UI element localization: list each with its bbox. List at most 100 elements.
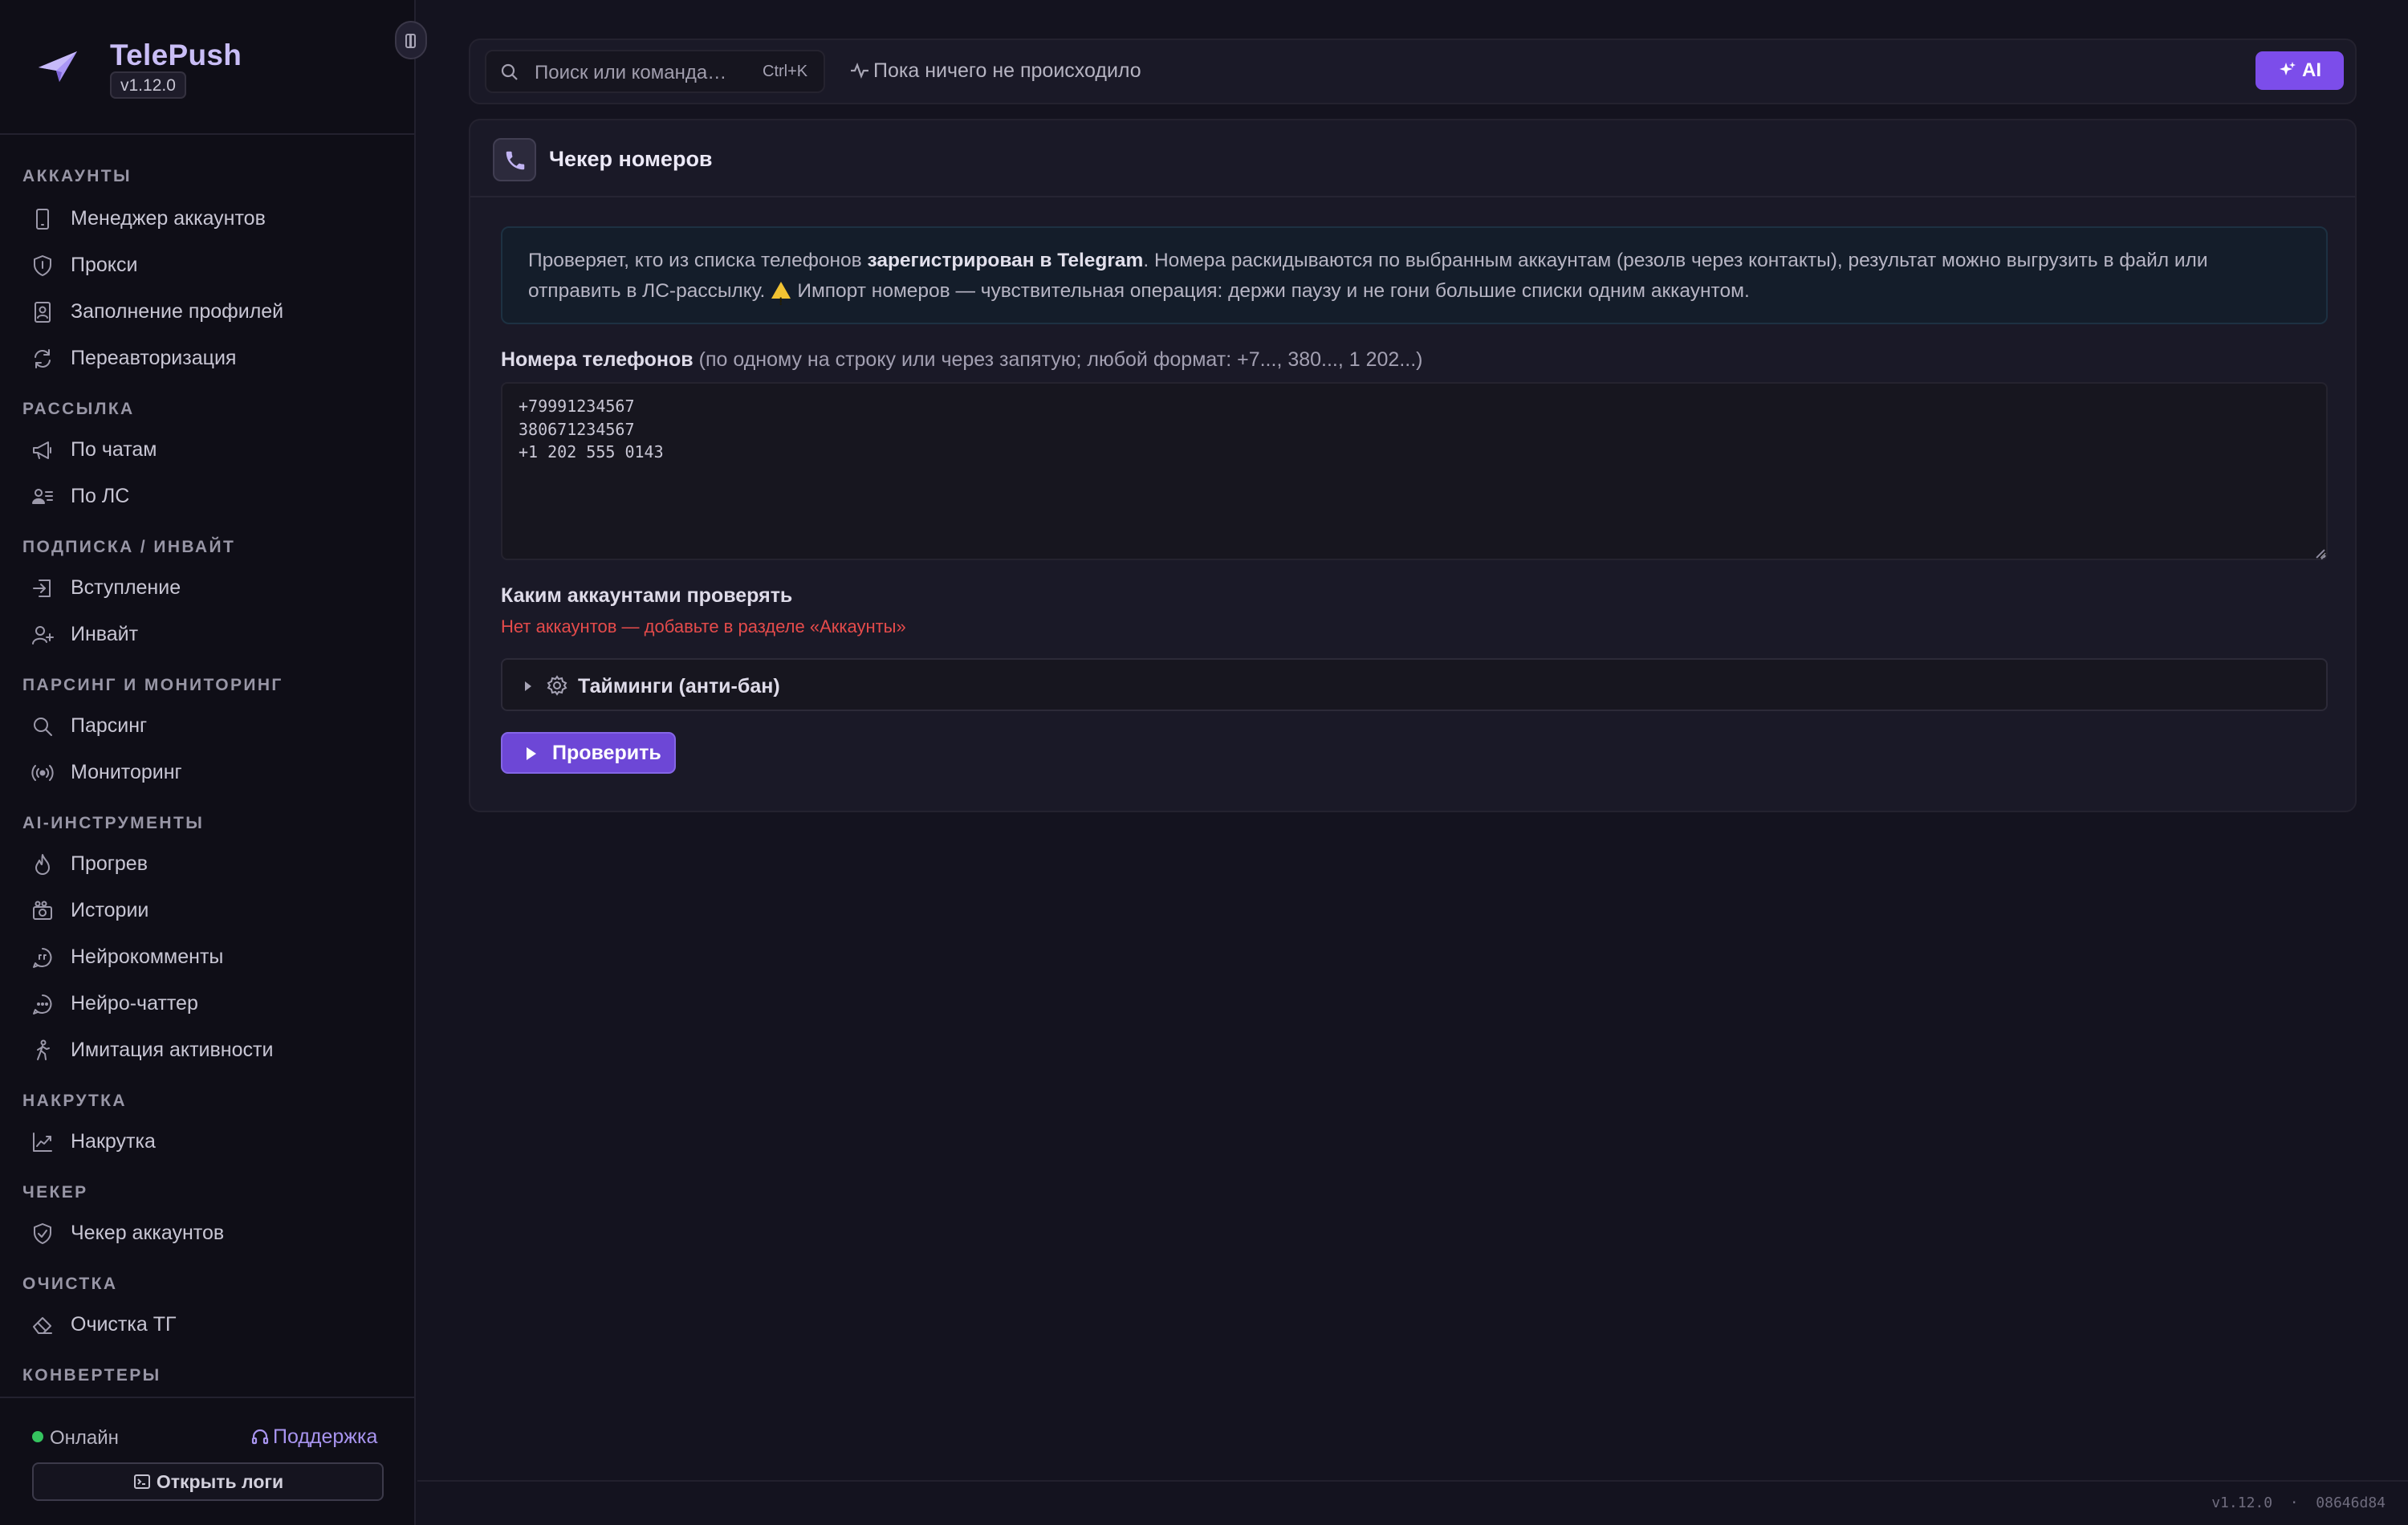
- megaphone-icon: [31, 438, 55, 462]
- refresh-icon: [31, 347, 55, 371]
- caret-right-icon: [525, 681, 531, 691]
- nav-section-cleanup: Очистка: [22, 1275, 118, 1293]
- quote-bubble-icon: [31, 946, 55, 970]
- sidebar-item-label: Чекер аккаунтов: [71, 1222, 225, 1244]
- sidebar-item-tg-cleanup[interactable]: Очистка ТГ: [22, 1303, 400, 1344]
- collapse-sidebar-button[interactable]: [395, 21, 427, 59]
- sidebar-item-stories[interactable]: Истории: [22, 889, 400, 929]
- sidebar-item-join[interactable]: Вступление: [22, 567, 400, 607]
- top-bar: Поиск или команда… Ctrl+K Пока ничего не…: [469, 39, 2357, 104]
- sidebar-item-neuro-comments[interactable]: Нейрокомменты: [22, 936, 400, 976]
- user-plus-icon: [31, 623, 55, 647]
- shield-icon: [31, 254, 55, 278]
- sidebar-item-activity-imitation[interactable]: Имитация активности: [22, 1029, 400, 1069]
- nav-section-subscribe-invite: Подписка / Инвайт: [22, 538, 236, 556]
- info-bold: зарегистрирован в Telegram: [867, 250, 1144, 271]
- build-info: v1.12.0 · 08646d84: [2211, 1494, 2386, 1511]
- phone-numbers-textarea[interactable]: +79991234567 380671234567 +1 202 555 014…: [501, 382, 2328, 560]
- info-text-3: Импорт номеров — чувствительная операция…: [797, 280, 1750, 302]
- nav-section-mailing: Рассылка: [22, 400, 135, 418]
- resize-handle-icon[interactable]: [2316, 549, 2326, 559]
- ai-button-label: AI: [2302, 59, 2321, 81]
- sidebar-item-label: Менеджер аккаунтов: [71, 207, 266, 230]
- sidebar-item-parsing[interactable]: Парсинг: [22, 705, 400, 745]
- sidebar-item-label: Прогрев: [71, 852, 148, 875]
- nav-section-ai-tools: AI-инструменты: [22, 814, 205, 832]
- sidebar-item-neuro-chatter[interactable]: Нейро-чаттер: [22, 982, 400, 1023]
- sidebar-item-by-dm[interactable]: По ЛС: [22, 475, 400, 515]
- sparkles-icon: [2280, 62, 2296, 75]
- sidebar-item-monitoring[interactable]: Мониторинг: [22, 751, 400, 791]
- search-shortcut: Ctrl+K: [763, 63, 808, 80]
- nav-section-parsing-monitoring: Парсинг и мониторинг: [22, 676, 283, 694]
- sidebar-item-account-checker[interactable]: Чекер аккаунтов: [22, 1212, 400, 1252]
- telepush-logo-icon: [39, 51, 77, 82]
- sidebar-item-warmup[interactable]: Прогрев: [22, 843, 400, 883]
- sidebar-item-label: Прокси: [71, 254, 138, 276]
- ai-button[interactable]: AI: [2255, 51, 2344, 90]
- search-icon: [31, 714, 55, 738]
- timings-label: Тайминги (анти-бан): [578, 675, 780, 697]
- sidebar-item-label: Накрутка: [71, 1130, 156, 1153]
- app-name: TelePush: [110, 39, 242, 71]
- open-logs-label: Открыть логи: [156, 1471, 284, 1492]
- page-title: Чекер номеров: [549, 147, 713, 171]
- sidebar-item-label: Парсинг: [71, 714, 148, 737]
- warning-icon: [771, 282, 791, 316]
- sidebar-item-by-chats[interactable]: По чатам: [22, 429, 400, 469]
- radio-icon: [31, 761, 55, 785]
- brand-header: TelePush v1.12.0: [0, 0, 414, 135]
- no-accounts-error: Нет аккаунтов — добавьте в разделе «Акка…: [501, 616, 906, 636]
- check-button-label: Проверить: [552, 742, 661, 764]
- sidebar-item-label: Заполнение профилей: [71, 300, 284, 323]
- nav-section-boost: Накрутка: [22, 1092, 127, 1110]
- nav-section-checker: Чекер: [22, 1183, 88, 1202]
- sidebar-item-label: Имитация активности: [71, 1039, 274, 1061]
- smartphone-icon: [31, 207, 55, 231]
- card-header: Чекер номеров: [470, 120, 2355, 197]
- sidebar-item-invite[interactable]: Инвайт: [22, 613, 400, 653]
- sidebar-item-reauth[interactable]: Переавторизация: [22, 337, 400, 377]
- login-icon: [31, 576, 55, 600]
- online-dot-icon: [32, 1431, 43, 1442]
- sidebar-item-proxy[interactable]: Прокси: [22, 244, 400, 284]
- sidebar-item-label: Истории: [71, 899, 149, 921]
- phones-label: Номера телефонов: [501, 348, 694, 371]
- sidebar-item-label: Вступление: [71, 576, 181, 599]
- sidebar-item-boost[interactable]: Накрутка: [22, 1120, 400, 1161]
- support-link[interactable]: Поддержка: [250, 1425, 377, 1449]
- terminal-icon: [133, 1474, 150, 1489]
- phone-icon: [493, 138, 536, 181]
- sidebar: TelePush v1.12.0 Аккаунты Менеджер аккау…: [0, 0, 427, 1525]
- version-badge: v1.12.0: [110, 71, 186, 99]
- flame-icon: [31, 852, 55, 876]
- phones-field-label: Номера телефонов (по одному на строку ил…: [501, 348, 1423, 372]
- nav-section-converters: Конвертеры: [22, 1366, 161, 1385]
- sidebar-item-account-manager[interactable]: Менеджер аккаунтов: [22, 197, 400, 238]
- connection-status: Онлайн: [32, 1427, 119, 1450]
- profile-card-icon: [31, 300, 55, 324]
- statusbar-version: v1.12.0: [2211, 1494, 2273, 1511]
- command-search-input[interactable]: Поиск или команда… Ctrl+K: [485, 50, 825, 93]
- sidebar-item-label: Мониторинг: [71, 761, 182, 783]
- activity-status: Пока ничего не происходило: [849, 59, 1141, 83]
- search-placeholder: Поиск или команда…: [535, 62, 727, 83]
- info-notice: Проверяет, кто из списка телефонов зарег…: [501, 226, 2328, 324]
- timings-accordion[interactable]: Тайминги (анти-бан): [501, 658, 2328, 711]
- open-logs-button[interactable]: Открыть логи: [32, 1462, 384, 1501]
- sidebar-item-label: Нейрокомменты: [71, 946, 224, 968]
- nav-section-accounts: Аккаунты: [22, 167, 132, 185]
- statusbar-separator: ·: [2289, 1494, 2299, 1511]
- sidebar-item-label: По ЛС: [71, 485, 130, 507]
- sidebar-item-label: Нейро-чаттер: [71, 992, 198, 1015]
- sidebar-item-label: Переавторизация: [71, 347, 237, 369]
- check-button[interactable]: Проверить: [501, 732, 676, 774]
- camera-icon: [31, 899, 55, 923]
- sidebar-item-profile-fill[interactable]: Заполнение профилей: [22, 291, 400, 331]
- info-text-1: Проверяет, кто из списка телефонов: [528, 250, 868, 271]
- sidebar-footer: Онлайн Поддержка Открыть логи: [0, 1397, 414, 1525]
- accounts-label: Каким аккаунтами проверять: [501, 584, 793, 607]
- search-icon: [501, 63, 518, 80]
- trending-up-icon: [31, 1130, 55, 1154]
- user-list-icon: [31, 485, 55, 509]
